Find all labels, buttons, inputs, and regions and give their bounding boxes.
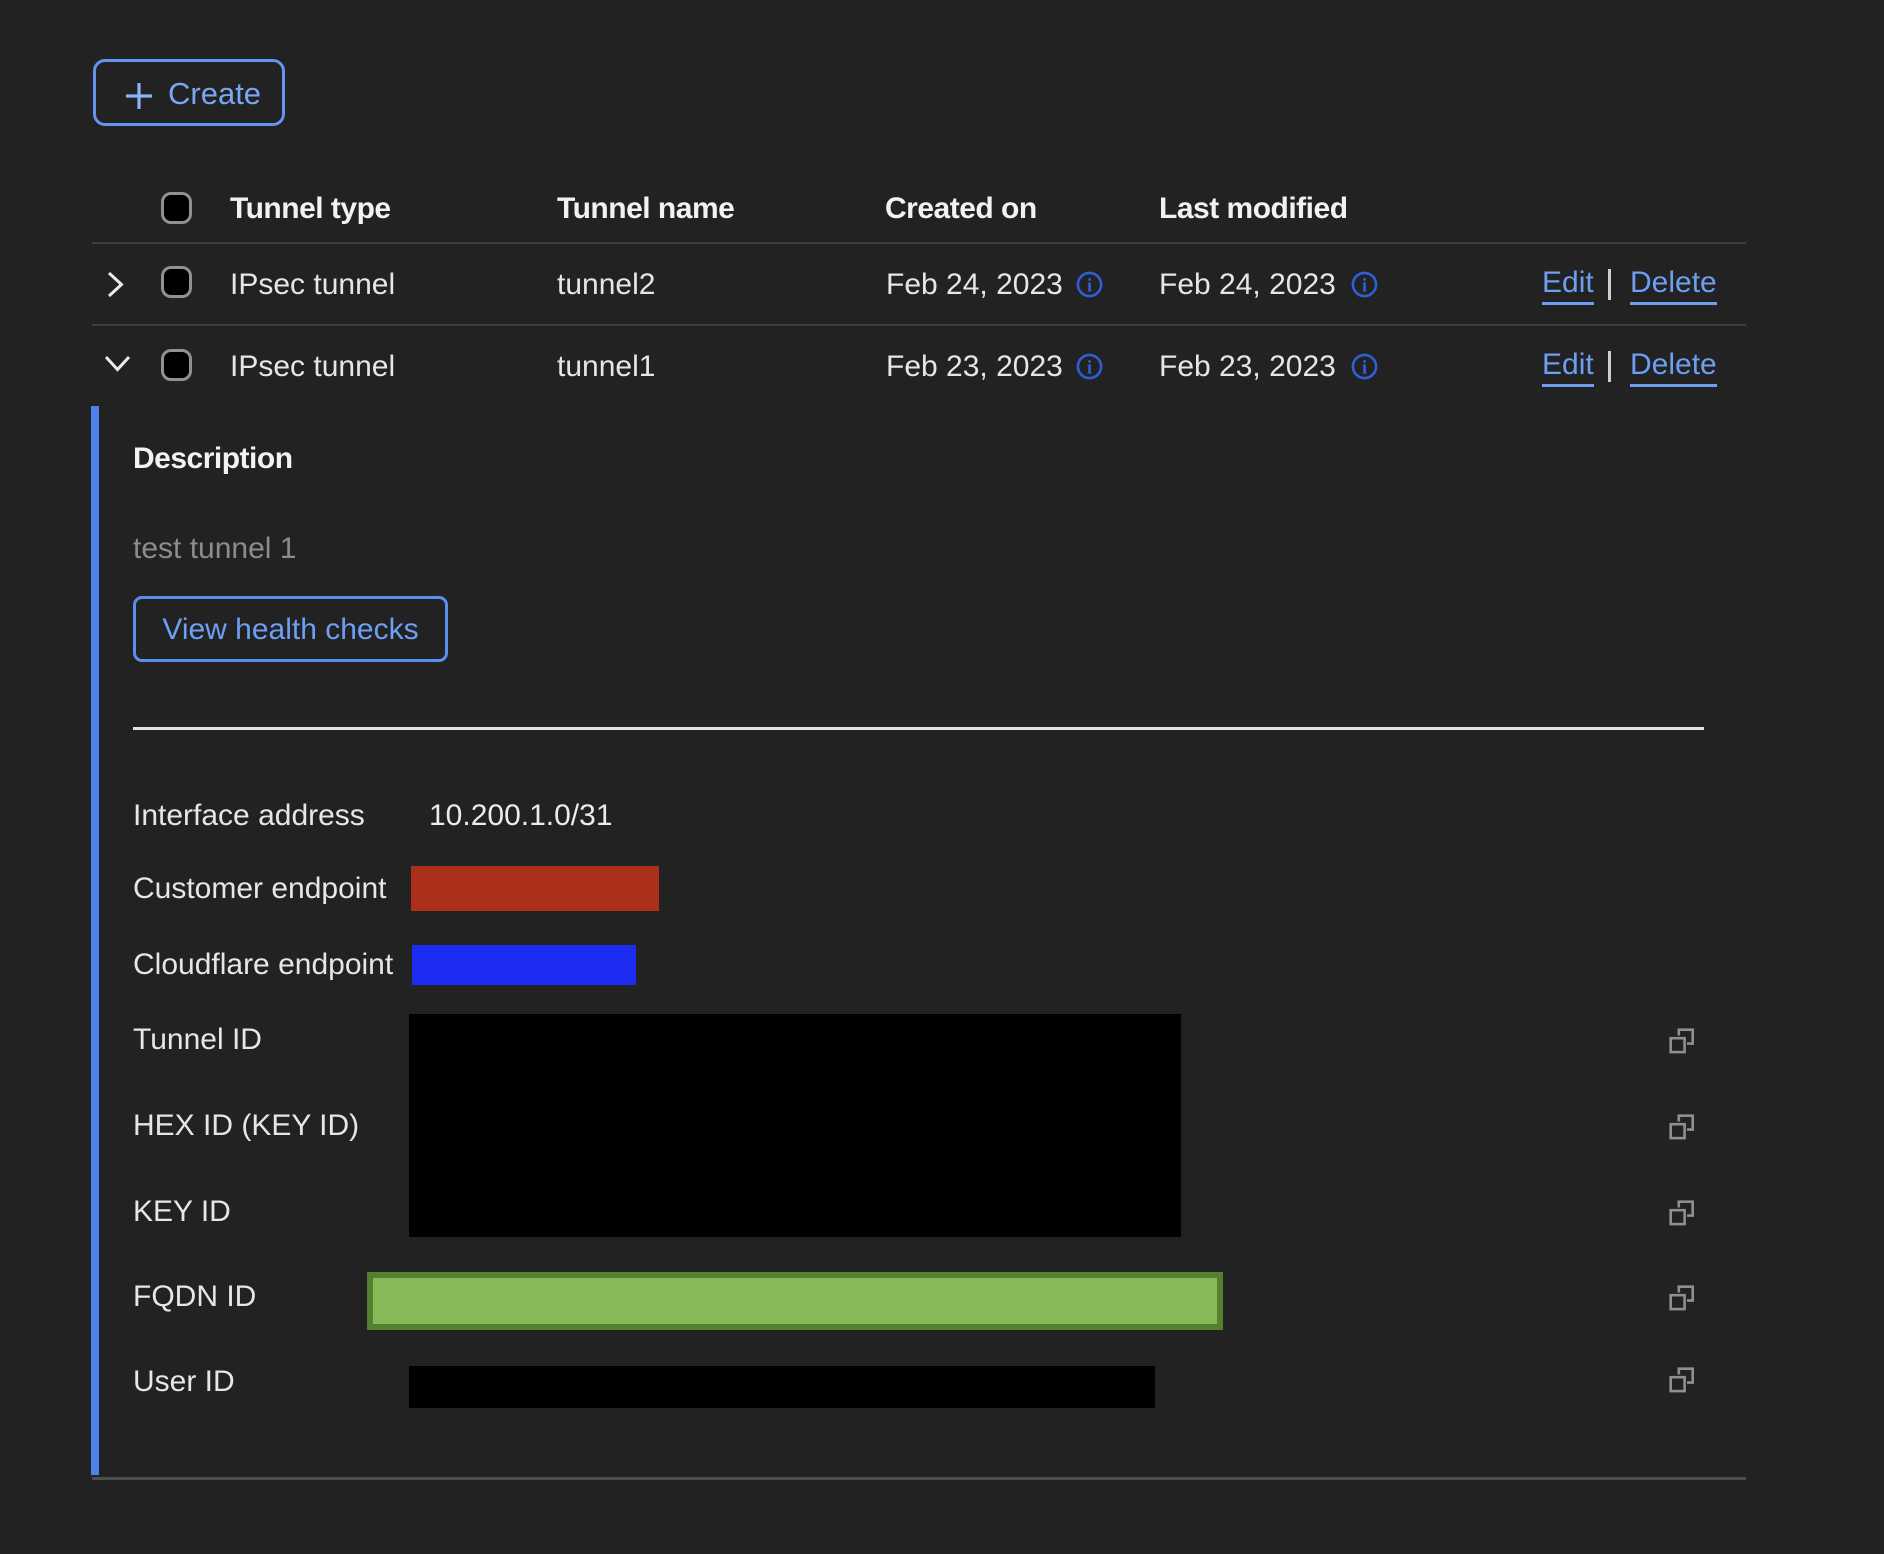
- svg-text:i: i: [1362, 276, 1367, 297]
- svg-text:i: i: [1087, 276, 1092, 297]
- svg-text:i: i: [1362, 358, 1367, 379]
- svg-text:i: i: [1087, 358, 1092, 379]
